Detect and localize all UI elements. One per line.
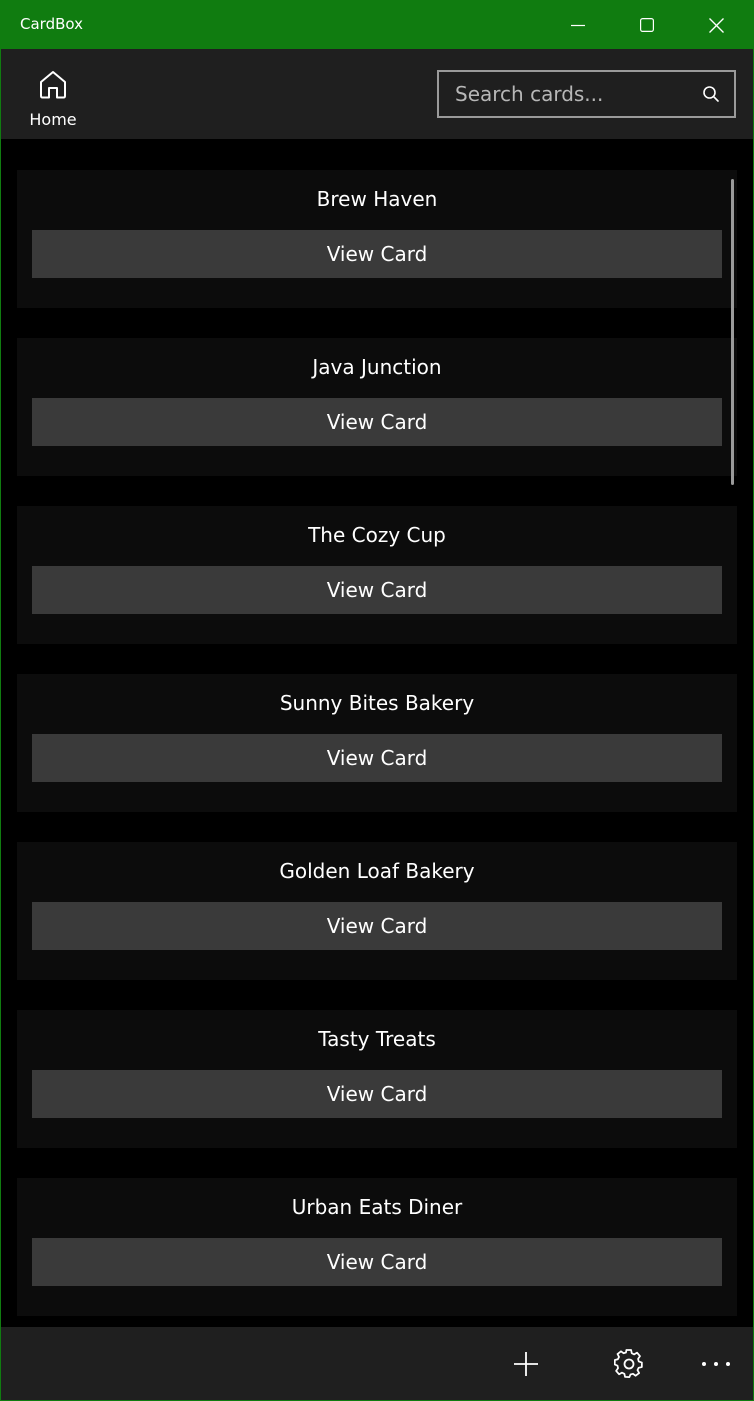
view-card-button[interactable]: View Card: [32, 398, 722, 446]
scrollbar-thumb[interactable]: [731, 179, 734, 485]
more-options-button[interactable]: [691, 1340, 741, 1388]
app-title: CardBox: [20, 15, 83, 33]
minimize-button[interactable]: [544, 1, 612, 49]
card-item: The Cozy Cup View Card: [17, 506, 737, 644]
card-item: Urban Eats Diner View Card: [17, 1178, 737, 1316]
settings-button[interactable]: [604, 1340, 654, 1388]
card-item: Java Junction View Card: [17, 338, 737, 476]
card-title: The Cozy Cup: [308, 523, 446, 547]
card-item: Golden Loaf Bakery View Card: [17, 842, 737, 980]
title-bar: CardBox: [1, 1, 753, 49]
card-item: Sunny Bites Bakery View Card: [17, 674, 737, 812]
close-button[interactable]: [682, 1, 750, 49]
top-command-bar: Home: [1, 49, 753, 139]
card-title: Sunny Bites Bakery: [279, 691, 475, 715]
card-title: Tasty Treats: [318, 1027, 436, 1051]
view-card-button[interactable]: View Card: [32, 230, 722, 278]
home-label: Home: [29, 110, 77, 129]
app-window: CardBox Home Search cards... Brew Haven …: [0, 0, 754, 1401]
view-card-button[interactable]: View Card: [32, 734, 722, 782]
card-title: Brew Haven: [316, 187, 438, 211]
view-card-button[interactable]: View Card: [32, 1238, 722, 1286]
maximize-icon: [640, 18, 654, 32]
add-icon: [514, 1352, 538, 1376]
card-item: Brew Haven View Card: [17, 170, 737, 308]
home-button[interactable]: Home: [15, 63, 91, 133]
maximize-button[interactable]: [613, 1, 681, 49]
search-box[interactable]: [437, 70, 736, 118]
card-title: Urban Eats Diner: [291, 1195, 463, 1219]
close-icon: [708, 17, 724, 33]
more-icon: [702, 1362, 730, 1366]
search-input[interactable]: [439, 72, 689, 116]
view-card-button[interactable]: View Card: [32, 566, 722, 614]
minimize-icon: [571, 24, 585, 27]
view-card-button[interactable]: View Card: [32, 1070, 722, 1118]
card-item: Tasty Treats View Card: [17, 1010, 737, 1148]
card-title: Golden Loaf Bakery: [279, 859, 475, 883]
bottom-command-bar: [1, 1327, 753, 1400]
card-list: Brew Haven View Card Java Junction View …: [1, 139, 753, 1327]
gear-icon: [614, 1349, 643, 1378]
search-icon[interactable]: [702, 85, 720, 103]
add-card-button[interactable]: [501, 1340, 551, 1388]
card-title: Java Junction: [312, 355, 442, 379]
home-icon: [40, 71, 66, 99]
view-card-button[interactable]: View Card: [32, 902, 722, 950]
